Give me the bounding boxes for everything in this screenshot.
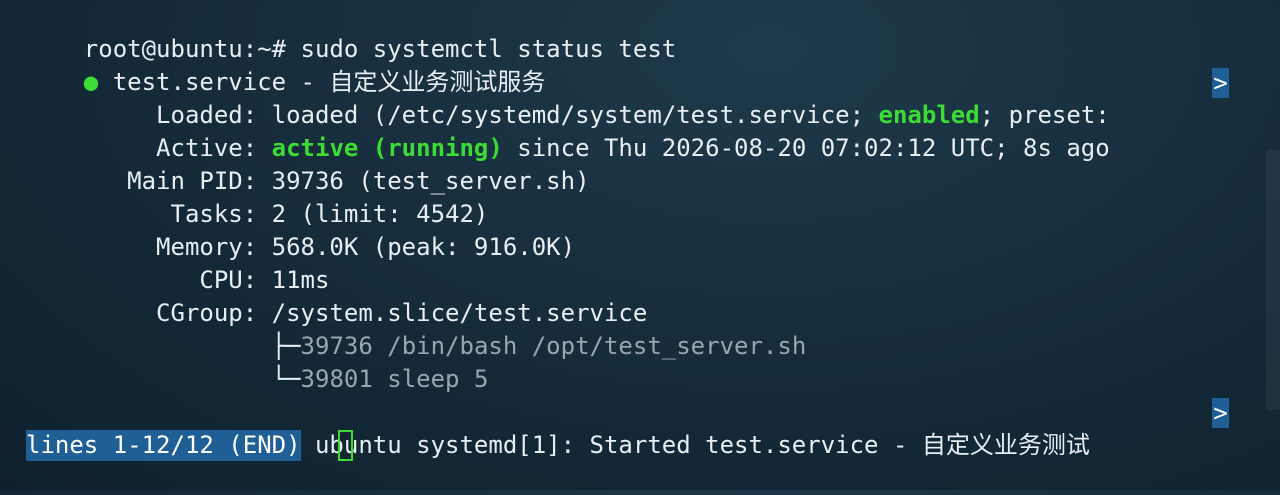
truncation-marker-icon: > (1212, 398, 1229, 428)
scrollbar[interactable] (1266, 150, 1280, 410)
cgroup-line: CGroup: /system.slice/test.service (26, 264, 647, 327)
process-tree-item: └─39801 sleep 5 (26, 330, 489, 393)
main-pid-line: Main PID: 39736 (test_server.sh) (26, 132, 589, 195)
active-line: Active: active (running) since Thu 2026-… (26, 99, 1110, 162)
journal-log-line: Aug 20 07:02:12 ubuntu systemd[1]: Start… (26, 396, 1090, 459)
tasks-line: Tasks: 2 (limit: 4542) (26, 165, 488, 228)
command-prompt-line: root@ubuntu:~# sudo systemctl status tes… (26, 0, 676, 63)
truncation-marker-icon: > (1212, 68, 1229, 98)
loaded-line: Loaded: loaded (/etc/systemd/system/test… (26, 66, 1124, 129)
tree-branch-icon: └─ (83, 365, 301, 393)
memory-line: Memory: 568.0K (peak: 916.0K) (26, 198, 575, 261)
process-tree-item: ├─39736 /bin/bash /opt/test_server.sh (26, 297, 807, 360)
active-rest: since Thu 2026-08-20 07:02:12 UTC; 8s ag… (502, 134, 1110, 162)
cpu-line: CPU: 11ms (26, 231, 329, 294)
terminal-window[interactable]: root@ubuntu:~# sudo systemctl status tes… (0, 0, 1280, 490)
service-title-line: ● test.service - 自定义业务测试服务 (26, 33, 546, 96)
text-cursor[interactable] (338, 430, 353, 461)
pager-status-bar: lines 1-12/12 (END) (26, 430, 301, 461)
process-entry: 39801 sleep 5 (300, 365, 489, 393)
